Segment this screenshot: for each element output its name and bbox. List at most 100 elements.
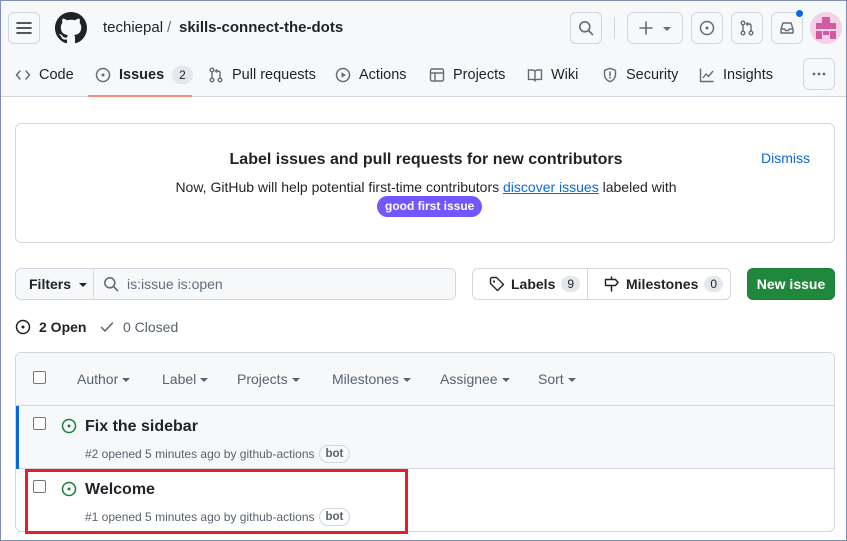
issue-opened-icon	[95, 67, 111, 83]
play-icon	[335, 67, 351, 83]
git-pull-request-icon	[740, 20, 754, 36]
tab-insights[interactable]: Insights	[699, 59, 773, 91]
identicon-icon	[816, 17, 836, 39]
breadcrumb-owner[interactable]: techiepal	[103, 19, 163, 37]
header-divider	[614, 17, 615, 39]
select-all-checkbox[interactable]	[33, 371, 46, 384]
sort-filter[interactable]: Sort	[538, 371, 576, 387]
issues-count-badge: 2	[172, 66, 193, 84]
issue-opened-icon	[15, 319, 31, 335]
banner-text-after: labeled with	[602, 179, 677, 195]
tab-code[interactable]: Code	[15, 59, 74, 91]
bot-badge: bot	[318, 445, 351, 463]
triangle-down-icon	[567, 378, 576, 382]
tab-label: Issues	[119, 67, 165, 83]
milestones-filter[interactable]: Milestones	[332, 371, 411, 387]
banner-title: Label issues and pull requests for new c…	[229, 151, 623, 168]
issue-title-link[interactable]: Fix the sidebar	[85, 418, 198, 436]
git-pull-request-icon	[209, 67, 223, 83]
shield-icon	[603, 67, 617, 83]
tab-pull-requests[interactable]: Pull requests	[208, 59, 316, 91]
menu-button[interactable]	[8, 12, 40, 44]
triangle-down-icon	[501, 378, 510, 382]
tab-label: Actions	[359, 67, 407, 83]
inbox-icon	[780, 22, 794, 34]
filters-button[interactable]: Filters	[15, 268, 94, 300]
filters-label: Filters	[29, 276, 72, 292]
contributors-banner: Label issues and pull requests for new c…	[15, 123, 835, 243]
triangle-down-icon	[122, 378, 131, 382]
milestone-icon	[604, 276, 619, 292]
banner-text: Now, GitHub will help potential first-ti…	[16, 179, 836, 195]
repo-header: techiepal / skills-connect-the-dots Code	[1, 1, 846, 97]
github-logo-icon[interactable]	[55, 12, 87, 44]
assignee-filter[interactable]: Assignee	[440, 371, 510, 387]
banner-text-before: Now, GitHub will help potential first-ti…	[175, 179, 500, 195]
triangle-down-icon	[402, 378, 411, 382]
tab-security[interactable]: Security	[602, 59, 678, 91]
breadcrumb-repo[interactable]: skills-connect-the-dots	[179, 19, 343, 37]
milestones-count-badge: 0	[704, 276, 724, 292]
pull-requests-shortcut-button[interactable]	[731, 12, 763, 44]
milestones-label: Milestones	[626, 276, 699, 292]
selected-tab-underline	[88, 95, 192, 97]
more-tabs-button[interactable]	[803, 58, 835, 90]
label-filter[interactable]: Label	[162, 371, 209, 387]
open-issues-toggle[interactable]: 2 Open	[15, 317, 86, 337]
breadcrumb-separator: /	[167, 19, 172, 36]
issue-opened-icon	[61, 418, 77, 434]
create-new-button[interactable]	[627, 12, 683, 44]
discover-issues-link[interactable]: discover issues	[503, 179, 599, 195]
tab-label: Insights	[723, 67, 773, 83]
labels-button[interactable]: Labels 9	[472, 268, 588, 300]
check-icon	[100, 322, 114, 332]
graph-icon	[699, 68, 714, 83]
avatar[interactable]	[810, 12, 842, 44]
plus-icon	[639, 21, 653, 35]
tab-actions[interactable]: Actions	[335, 59, 407, 91]
good-first-issue-label[interactable]: good first issue	[377, 196, 483, 217]
author-filter[interactable]: Author	[77, 371, 131, 387]
table-row: Fix the sidebar #2 opened 5 minutes ago …	[16, 406, 834, 469]
issue-search-field[interactable]	[93, 268, 456, 300]
triangle-down-icon	[200, 378, 209, 382]
closed-issues-toggle[interactable]: 0 Closed	[99, 317, 178, 337]
triangle-down-icon	[79, 283, 88, 287]
tab-projects[interactable]: Projects	[429, 59, 505, 91]
search-icon	[104, 277, 119, 292]
tab-wiki[interactable]: Wiki	[527, 59, 578, 91]
hamburger-icon	[16, 22, 32, 34]
issue-meta-text: #2 opened 5 minutes ago by github-action…	[85, 447, 315, 461]
tab-label: Projects	[453, 67, 506, 83]
issues-shortcut-button[interactable]	[691, 12, 723, 44]
annotation-highlight-box	[25, 469, 408, 534]
labels-count-badge: 9	[561, 276, 581, 292]
table-header: Author Label Projects Milestones Assigne…	[16, 353, 834, 406]
milestones-button[interactable]: Milestones 0	[587, 268, 731, 300]
projects-filter[interactable]: Projects	[237, 371, 300, 387]
triangle-down-icon	[291, 378, 300, 382]
issue-opened-icon	[699, 20, 715, 36]
book-icon	[527, 69, 543, 82]
tab-issues[interactable]: Issues 2	[95, 59, 193, 91]
notification-dot-icon	[795, 9, 804, 18]
kebab-horizontal-icon	[812, 72, 826, 76]
triangle-down-icon	[663, 27, 671, 31]
tag-icon	[489, 276, 505, 292]
dismiss-link[interactable]: Dismiss	[761, 150, 810, 166]
tab-label: Security	[626, 67, 679, 83]
issue-meta: #2 opened 5 minutes ago by github-action…	[85, 445, 351, 463]
closed-count-label: 0 Closed	[123, 319, 179, 335]
code-icon	[15, 70, 31, 80]
tab-label: Code	[39, 67, 74, 83]
table-icon	[429, 68, 445, 82]
search-icon	[579, 21, 594, 36]
search-button[interactable]	[570, 12, 602, 44]
open-count-label: 2 Open	[39, 319, 87, 335]
new-issue-button[interactable]: New issue	[747, 268, 835, 300]
issue-search-input[interactable]	[127, 276, 427, 292]
tab-label: Wiki	[551, 67, 579, 83]
tab-label: Pull requests	[232, 67, 316, 83]
labels-label: Labels	[511, 276, 556, 292]
issue-checkbox[interactable]	[33, 417, 46, 430]
